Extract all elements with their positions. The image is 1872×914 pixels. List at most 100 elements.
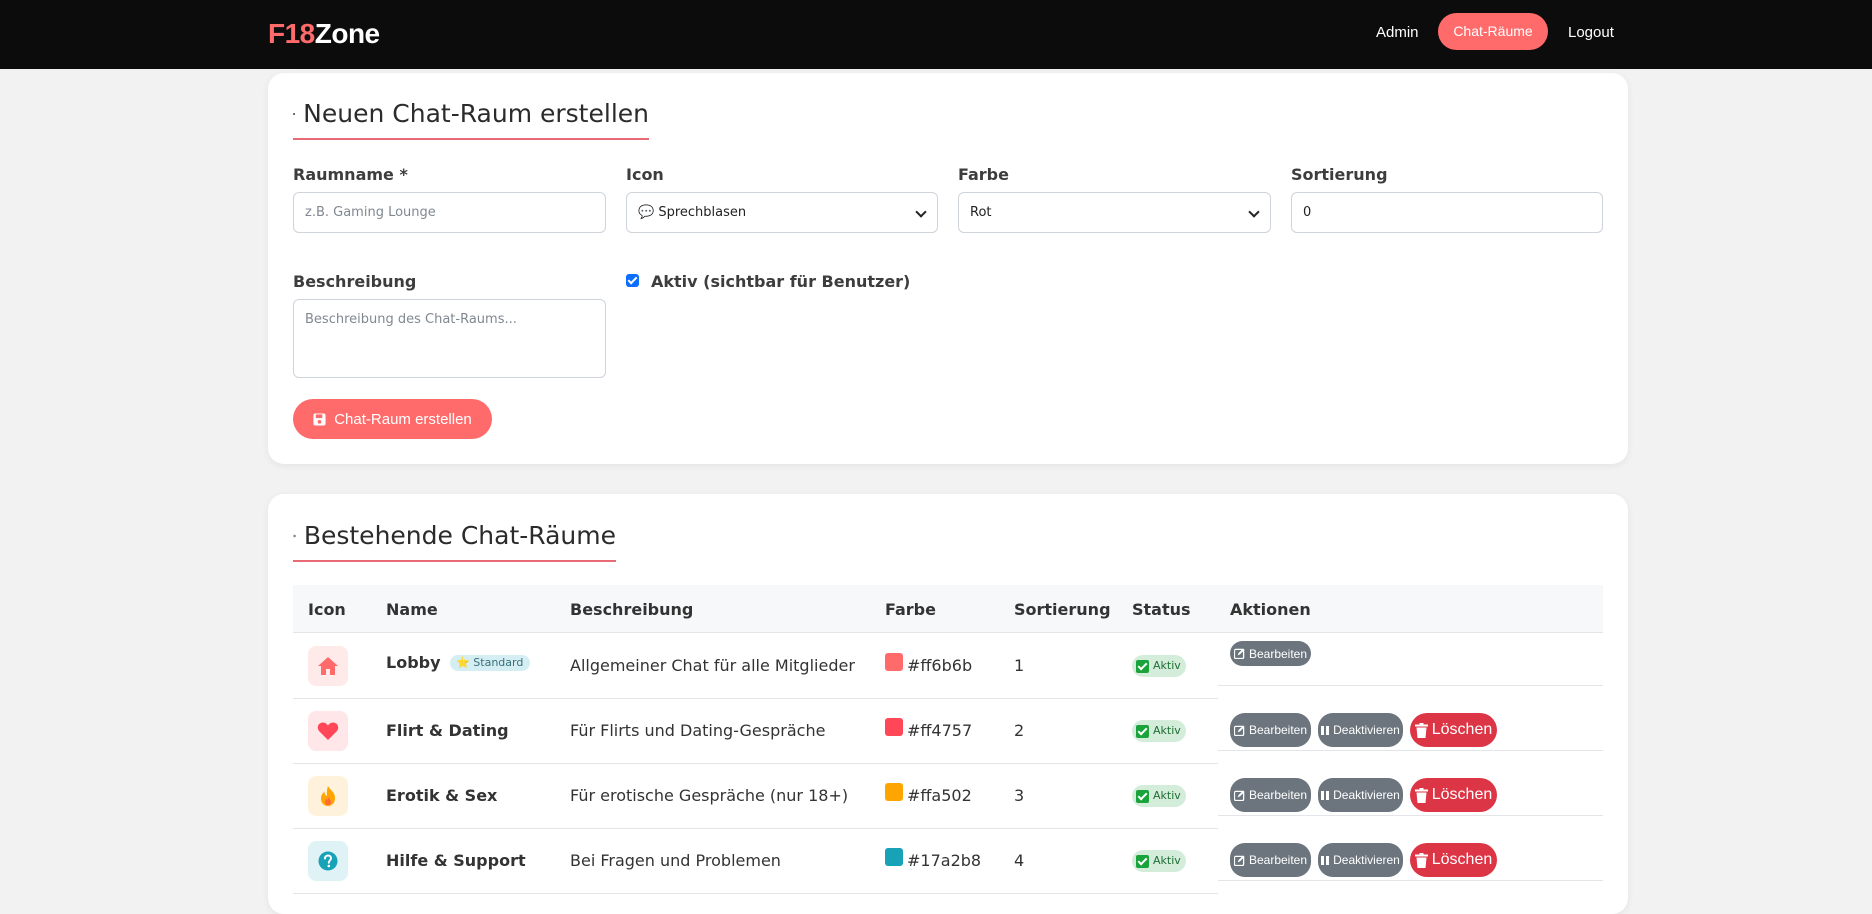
room-name: Flirt & Dating <box>386 721 509 740</box>
room-name: Hilfe & Support <box>386 851 526 870</box>
edit-button[interactable]: Bearbeiten <box>1230 843 1311 877</box>
color-select-value: Rot <box>970 205 992 220</box>
edit-button-label: Bearbeiten <box>1249 647 1307 661</box>
status-text: Aktiv <box>1153 785 1181 807</box>
color-label: Farbe <box>958 165 1009 184</box>
sort-label: Sortierung <box>1291 165 1388 184</box>
delete-button-label: Löschen <box>1432 786 1493 804</box>
room-sort: 3 <box>1014 786 1024 805</box>
color-hex: #ffa502 <box>907 786 972 805</box>
nav-link-admin[interactable]: Admin <box>1376 24 1419 41</box>
delete-button-label: Löschen <box>1432 851 1493 869</box>
deactivate-button-label: Deaktivieren <box>1333 853 1400 867</box>
room-name: Erotik & Sex <box>386 786 497 805</box>
room-description: Für erotische Gespräche (nur 18+) <box>570 786 848 805</box>
edit-icon <box>1234 648 1245 659</box>
status-badge: Aktiv <box>1132 850 1186 872</box>
color-swatch <box>885 848 903 866</box>
table-header: Icon Name Beschreibung Farbe Sortierung … <box>293 585 1603 633</box>
edit-button[interactable]: Bearbeiten <box>1230 713 1311 747</box>
active-checkbox[interactable] <box>626 274 639 287</box>
th-description: Beschreibung <box>570 600 693 619</box>
room-icon-box <box>308 646 348 686</box>
table-row: Hilfe & Support Bei Fragen und Problemen… <box>293 829 1603 894</box>
edit-button-label: Bearbeiten <box>1249 853 1307 867</box>
room-sort: 1 <box>1014 656 1024 675</box>
icon-select[interactable]: 💬 Sprechblasen <box>626 192 938 233</box>
trash-icon <box>1415 723 1428 738</box>
description-textarea[interactable]: Beschreibung des Chat-Raums... <box>293 299 606 378</box>
nav-link-logout[interactable]: Logout <box>1568 24 1614 41</box>
room-icon-box <box>308 841 348 881</box>
sort-input[interactable]: 0 <box>1291 192 1603 233</box>
th-name: Name <box>386 600 438 619</box>
room-description: Für Flirts und Dating-Gespräche <box>570 721 825 740</box>
edit-button-label: Bearbeiten <box>1249 788 1307 802</box>
brand-suffix: Zone <box>315 18 380 49</box>
check-icon <box>1136 660 1149 673</box>
row-divider <box>1218 750 1603 751</box>
status-text: Aktiv <box>1153 655 1181 677</box>
color-hex: #ff6b6b <box>907 656 972 675</box>
pause-icon <box>1321 856 1329 865</box>
deactivate-button[interactable]: Deaktivieren <box>1318 713 1403 747</box>
create-room-button[interactable]: Chat-Raum erstellen <box>293 399 492 439</box>
trash-icon <box>1415 788 1428 803</box>
room-name-text: Lobby <box>386 653 441 672</box>
check-icon <box>1136 790 1149 803</box>
room-sort: 4 <box>1014 851 1024 870</box>
trash-icon <box>1415 853 1428 868</box>
create-room-heading: Neuen Chat-Raum erstellen <box>293 99 649 140</box>
check-icon <box>1136 725 1149 738</box>
fire-icon <box>318 785 338 807</box>
deactivate-button[interactable]: Deaktivieren <box>1318 843 1403 877</box>
delete-button[interactable]: Löschen <box>1410 713 1497 747</box>
th-sort: Sortierung <box>1014 600 1111 619</box>
existing-rooms-title: Bestehende Chat-Räume <box>304 521 616 550</box>
row-divider <box>1218 815 1603 816</box>
edit-icon <box>1234 855 1245 866</box>
room-description: Allgemeiner Chat für alle Mitglieder <box>570 656 855 675</box>
deactivate-button-label: Deaktivieren <box>1333 723 1400 737</box>
room-icon-box <box>308 711 348 751</box>
edit-icon <box>1234 790 1245 801</box>
room-sort: 2 <box>1014 721 1024 740</box>
delete-button[interactable]: Löschen <box>1410 843 1497 877</box>
deactivate-button[interactable]: Deaktivieren <box>1318 778 1403 812</box>
existing-rooms-heading: Bestehende Chat-Räume <box>293 521 616 562</box>
active-checkbox-label[interactable]: Aktiv (sichtbar für Benutzer) <box>651 272 910 291</box>
edit-button[interactable]: Bearbeiten <box>1230 778 1311 812</box>
delete-button-label: Löschen <box>1432 721 1493 739</box>
existing-rooms-card: Bestehende Chat-Räume Icon Name Beschrei… <box>268 494 1628 914</box>
brand-logo[interactable]: F18Zone <box>268 18 380 50</box>
save-icon <box>313 413 326 426</box>
row-divider <box>293 893 1218 894</box>
check-icon <box>1136 855 1149 868</box>
status-text: Aktiv <box>1153 720 1181 742</box>
color-swatch <box>885 783 903 801</box>
room-name: Lobby ⭐ Standard <box>386 653 530 672</box>
room-icon-box <box>308 776 348 816</box>
icon-label: Icon <box>626 165 664 184</box>
nav-link-chat-rooms[interactable]: Chat-Räume <box>1438 13 1548 50</box>
status-badge: Aktiv <box>1132 785 1186 807</box>
room-name-input[interactable]: z.B. Gaming Lounge <box>293 192 606 233</box>
row-divider <box>1218 685 1603 686</box>
question-icon <box>318 851 338 871</box>
color-swatch <box>885 718 903 736</box>
color-select[interactable]: Rot <box>958 192 1271 233</box>
delete-button[interactable]: Löschen <box>1410 778 1497 812</box>
default-badge: ⭐ Standard <box>450 655 530 671</box>
status-badge: Aktiv <box>1132 720 1186 742</box>
th-status: Status <box>1132 600 1191 619</box>
row-divider <box>1218 880 1603 881</box>
edit-button-label: Bearbeiten <box>1249 723 1307 737</box>
icon-select-value: 💬 Sprechblasen <box>638 205 746 220</box>
status-badge: Aktiv <box>1132 655 1186 677</box>
heart-icon <box>317 721 339 741</box>
status-text: Aktiv <box>1153 850 1181 872</box>
house-icon <box>317 656 339 676</box>
th-icon: Icon <box>308 600 346 619</box>
deactivate-button-label: Deaktivieren <box>1333 788 1400 802</box>
edit-button[interactable]: Bearbeiten <box>1230 641 1311 666</box>
